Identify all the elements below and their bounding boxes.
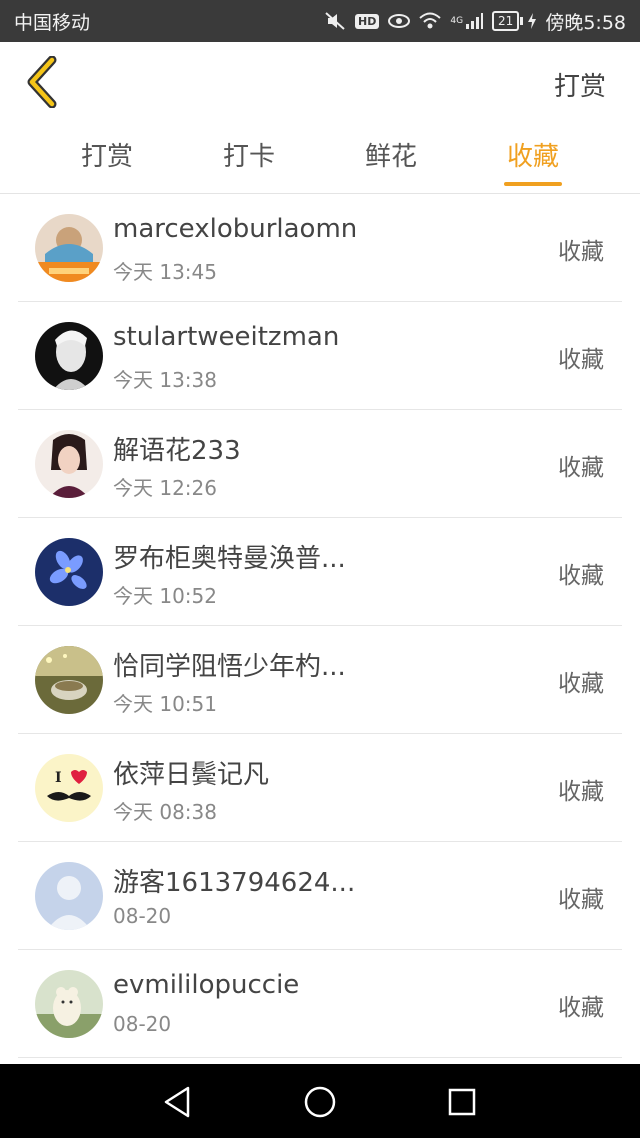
- avatar: [35, 214, 103, 282]
- timestamp: 今天 12:26: [113, 476, 217, 500]
- avatar: I: [35, 754, 103, 822]
- timestamp: 08-20: [113, 1012, 172, 1036]
- action-label: 收藏: [558, 779, 604, 805]
- action-label: 收藏: [558, 887, 604, 913]
- list-item[interactable]: evmililopuccie 08-20 收藏: [0, 950, 640, 1058]
- avatar: [35, 322, 103, 390]
- carrier-label: 中国移动: [14, 11, 91, 34]
- timestamp: 今天 10:51: [113, 692, 217, 716]
- avatar: [35, 430, 103, 498]
- clock: 傍晚5:58: [545, 11, 626, 34]
- action-label: 收藏: [558, 563, 604, 589]
- timestamp: 08-20: [113, 904, 172, 928]
- tab-bar: 打赏 打卡 鲜花 收藏: [0, 122, 640, 194]
- user-name: evmililopuccie: [113, 970, 300, 1000]
- chevron-left-icon: [27, 55, 57, 109]
- square-recents-icon: [448, 1088, 476, 1116]
- action-label: 收藏: [558, 239, 604, 265]
- user-name: marcexloburlaomn: [113, 214, 358, 244]
- avatar: [35, 646, 103, 714]
- tab-flowers[interactable]: 鲜花: [346, 136, 436, 173]
- status-bar: 中国移动 HD 4G 21 傍晚5:58: [0, 0, 640, 42]
- tab-checkin[interactable]: 打卡: [204, 136, 294, 173]
- reward-button[interactable]: 打赏: [554, 66, 606, 103]
- tab-reward[interactable]: 打赏: [62, 136, 152, 173]
- action-label: 收藏: [558, 995, 604, 1021]
- triangle-back-icon: [164, 1086, 190, 1118]
- top-header: 打赏: [0, 42, 640, 122]
- action-label: 收藏: [558, 455, 604, 481]
- timestamp: 今天 10:52: [113, 584, 217, 608]
- battery-icon: 21: [492, 11, 524, 31]
- back-button[interactable]: [22, 55, 66, 109]
- user-name: 解语花233: [113, 436, 241, 466]
- action-label: 收藏: [558, 347, 604, 373]
- battery-level: 21: [498, 14, 514, 28]
- eye-icon: [388, 13, 411, 29]
- tab-favorites[interactable]: 收藏: [488, 136, 578, 173]
- app-screen: 中国移动 HD 4G 21 傍晚5:58 打赏 打赏 打卡 鲜花 收藏 marc…: [0, 0, 640, 1138]
- list-item[interactable]: 恰同学阻悟少年杓... 今天 10:51 收藏: [0, 626, 640, 734]
- list-item[interactable]: stulartweeitzman 今天 13:38 收藏: [0, 302, 640, 410]
- nav-back-button[interactable]: [158, 1082, 198, 1122]
- user-name: 游客1613794624...: [113, 868, 356, 898]
- avatar: [35, 538, 103, 606]
- navigation-bar: [0, 1064, 640, 1138]
- user-name: 依萍日鬓记凡: [113, 760, 270, 790]
- avatar: [35, 970, 103, 1038]
- charging-icon: [528, 13, 537, 29]
- mute-icon: [324, 11, 346, 31]
- user-name: 恰同学阻悟少年杓...: [113, 652, 346, 682]
- avatar: [35, 862, 103, 930]
- hd-badge: HD: [355, 13, 380, 29]
- active-tab-indicator: [504, 182, 562, 186]
- nav-home-button[interactable]: [300, 1082, 340, 1122]
- user-name: 罗布柜奥特曼涣普...: [113, 544, 346, 574]
- svg-text:I: I: [55, 770, 62, 786]
- status-icons: HD 4G 21 傍晚5:58: [324, 8, 626, 35]
- action-label: 收藏: [558, 671, 604, 697]
- timestamp: 今天 13:45: [113, 260, 217, 284]
- nav-recents-button[interactable]: [442, 1082, 482, 1122]
- list-item[interactable]: 解语花233 今天 12:26 收藏: [0, 410, 640, 518]
- list-item[interactable]: 游客1613794624... 08-20 收藏: [0, 842, 640, 950]
- list-item[interactable]: I 依萍日鬓记凡 今天 08:38 收藏: [0, 734, 640, 842]
- list-item[interactable]: marcexloburlaomn 今天 13:45 收藏: [0, 194, 640, 302]
- timestamp: 今天 13:38: [113, 368, 217, 392]
- network-label: 4G: [450, 16, 464, 26]
- circle-home-icon: [304, 1086, 336, 1118]
- list-item[interactable]: 罗布柜奥特曼涣普... 今天 10:52 收藏: [0, 518, 640, 626]
- signal-icon: 4G: [450, 13, 484, 29]
- divider: [18, 1057, 622, 1058]
- wifi-icon: [419, 12, 442, 30]
- user-name: stulartweeitzman: [113, 322, 340, 352]
- timestamp: 今天 08:38: [113, 800, 217, 824]
